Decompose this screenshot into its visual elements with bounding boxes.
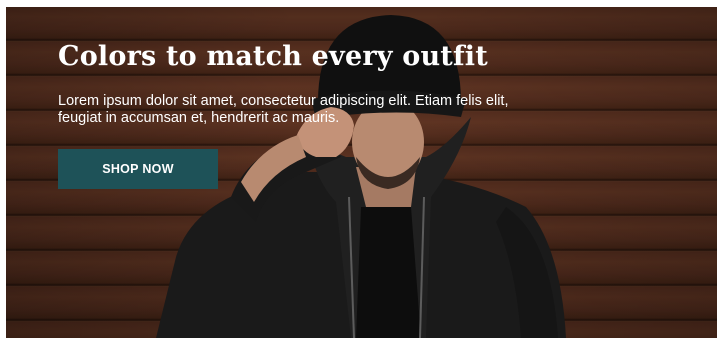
hero-description: Lorem ipsum dolor sit amet, consectetur … <box>58 93 509 126</box>
hero-headline: Colors to match every outfit <box>58 41 488 72</box>
shop-now-button[interactable]: SHOP NOW <box>58 149 218 189</box>
hero-banner: Colors to match every outfit Lorem ipsum… <box>6 7 717 338</box>
